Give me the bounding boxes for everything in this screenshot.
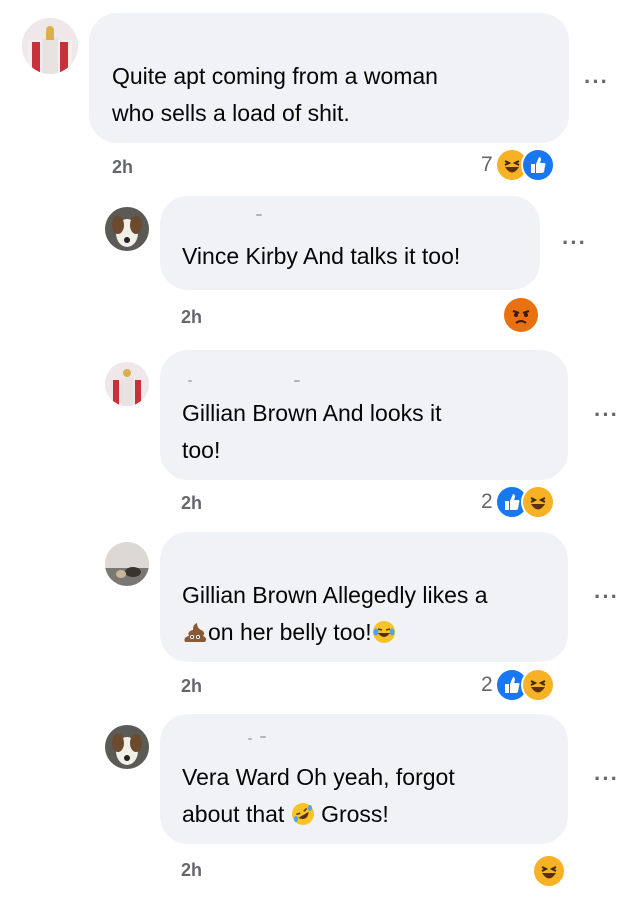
- author-name-redacted: [294, 380, 300, 382]
- poop-emoji-icon: [184, 623, 207, 642]
- comment-bubble[interactable]: Gillian Brown Allegedly likes a on her b…: [160, 532, 568, 662]
- haha-icon: [520, 485, 555, 519]
- author-name-redacted: [260, 736, 266, 738]
- avatar[interactable]: [105, 207, 149, 251]
- more-options-button[interactable]: ···: [594, 404, 619, 426]
- avatar[interactable]: [105, 362, 149, 406]
- more-options-button[interactable]: ···: [584, 71, 609, 93]
- avatar-image: [105, 362, 149, 406]
- angry-icon: [502, 296, 540, 334]
- comment-bubble[interactable]: Gillian Brown And looks it too!: [160, 350, 568, 480]
- comment-time[interactable]: 2h: [181, 676, 202, 697]
- reaction-summary[interactable]: [500, 296, 540, 334]
- avatar-image: [22, 18, 78, 74]
- avatar[interactable]: [22, 18, 78, 74]
- comment-2: Vince Kirby And talks it too! ··· 2h: [0, 190, 623, 340]
- comment-1: Quite apt coming from a woman who sells …: [0, 0, 623, 190]
- rolling-laughing-emoji-icon: [291, 803, 314, 825]
- comment-time[interactable]: 2h: [112, 157, 133, 178]
- haha-icon: [520, 668, 555, 702]
- reaction-summary[interactable]: 2: [481, 668, 555, 702]
- comment-bubble[interactable]: Quite apt coming from a woman who sells …: [89, 13, 569, 143]
- reaction-summary[interactable]: [530, 854, 566, 888]
- comment-4: Gillian Brown Allegedly likes a on her b…: [0, 520, 623, 702]
- reaction-count: 7: [481, 153, 493, 176]
- reaction-summary[interactable]: 2: [481, 485, 555, 519]
- comment-3: Gillian Brown And looks it too! ··· 2h 2: [0, 340, 623, 520]
- more-options-button[interactable]: ···: [594, 768, 619, 790]
- reaction-count: 2: [481, 490, 493, 513]
- more-options-button[interactable]: ···: [562, 232, 587, 254]
- comment-time[interactable]: 2h: [181, 307, 202, 328]
- more-options-button[interactable]: ···: [594, 586, 619, 608]
- reaction-count: 2: [481, 673, 493, 696]
- avatar[interactable]: [105, 542, 149, 586]
- avatar[interactable]: [105, 725, 149, 769]
- author-name-redacted: [256, 214, 262, 216]
- haha-icon: [532, 854, 566, 888]
- author-name-redacted: [248, 738, 252, 740]
- comment-text: Vera Ward Oh yeah, forgot about that Gro…: [182, 764, 455, 827]
- comment-text: Vince Kirby And talks it too!: [182, 243, 461, 269]
- comment-time[interactable]: 2h: [181, 493, 202, 514]
- comment-time[interactable]: 2h: [181, 860, 202, 881]
- tears-of-joy-emoji-icon: [372, 621, 395, 643]
- comment-text: Gillian Brown Allegedly likes a on her b…: [182, 582, 488, 645]
- comment-text: Quite apt coming from a woman who sells …: [112, 63, 438, 126]
- like-icon: [520, 148, 555, 182]
- comment-text: Gillian Brown And looks it too!: [182, 400, 442, 463]
- author-name-redacted: [188, 380, 192, 382]
- avatar-image: [105, 207, 149, 251]
- comment-bubble[interactable]: Vince Kirby And talks it too!: [160, 196, 540, 290]
- comment-5: Vera Ward Oh yeah, forgot about that Gro…: [0, 700, 623, 900]
- avatar-image: [105, 725, 149, 769]
- comment-bubble[interactable]: Vera Ward Oh yeah, forgot about that Gro…: [160, 714, 568, 844]
- avatar-image: [105, 542, 149, 586]
- reaction-summary[interactable]: 7: [481, 148, 555, 182]
